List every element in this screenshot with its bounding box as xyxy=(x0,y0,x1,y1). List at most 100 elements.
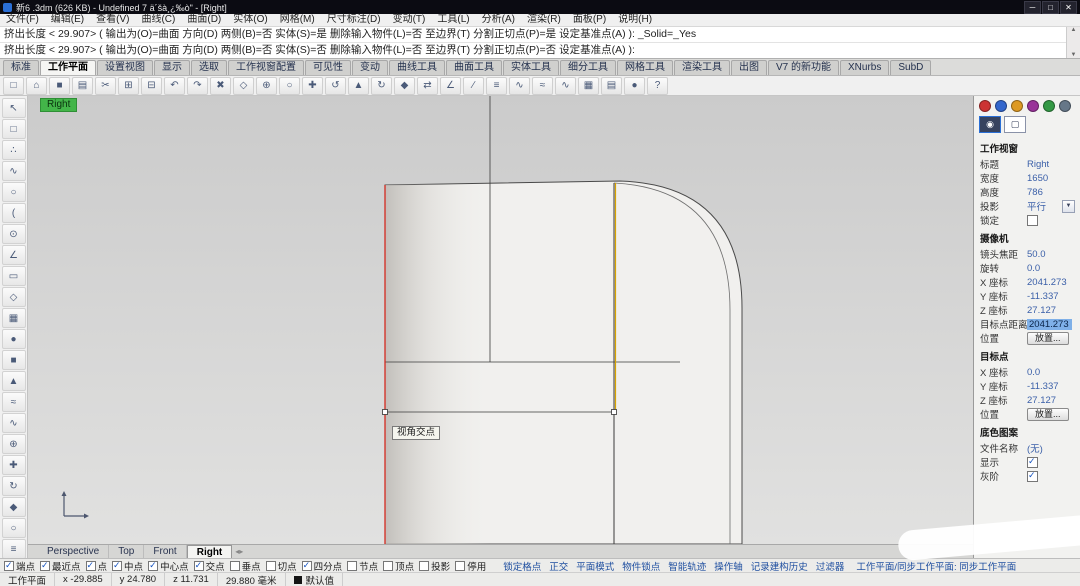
split-icon[interactable]: ∕ xyxy=(463,77,484,95)
osnap-item[interactable]: 停用 xyxy=(455,559,486,573)
rotation-value[interactable]: 0.0 xyxy=(1027,263,1080,274)
osnap-checkbox[interactable] xyxy=(4,561,14,571)
surface-icon[interactable]: ▦ xyxy=(2,308,26,328)
pan-icon[interactable]: ≡ xyxy=(2,539,26,559)
osnap-checkbox[interactable] xyxy=(148,561,158,571)
target-x-value[interactable]: 0.0 xyxy=(1027,367,1080,378)
print-icon[interactable]: ▤ xyxy=(72,77,93,95)
extrude-icon[interactable]: ▲ xyxy=(2,371,26,391)
layers-icon[interactable]: ▤ xyxy=(601,77,622,95)
box-icon[interactable]: ■ xyxy=(2,350,26,370)
camera-y-value[interactable]: -11.337 xyxy=(1027,291,1080,302)
toolbar-tab[interactable]: 工作平面 xyxy=(40,60,96,75)
rotate-icon[interactable]: ↻ xyxy=(371,77,392,95)
toolbar-tab[interactable]: 细分工具 xyxy=(560,60,616,75)
menu-item[interactable]: 曲线(C) xyxy=(135,14,181,26)
camera-x-value[interactable]: 2041.273 xyxy=(1027,277,1080,288)
ellipse-icon[interactable]: ⊙ xyxy=(2,224,26,244)
wallpaper-gray-checkbox[interactable] xyxy=(1027,471,1038,482)
loft-icon[interactable]: ≈ xyxy=(2,392,26,412)
rotate-tool-icon[interactable]: ↻ xyxy=(2,476,26,496)
osnap-checkbox[interactable] xyxy=(194,561,204,571)
close-button[interactable]: ✕ xyxy=(1060,1,1077,14)
osnap-item[interactable]: 最近点 xyxy=(40,559,81,573)
osnap-item[interactable]: 垂点 xyxy=(230,559,261,573)
wallpaper-show-checkbox[interactable] xyxy=(1027,457,1038,468)
osnap-item[interactable]: 交点 xyxy=(194,559,225,573)
layer-name[interactable]: 默认值 xyxy=(306,573,335,586)
menu-item[interactable]: 曲面(D) xyxy=(181,14,227,26)
scroll-down-icon[interactable]: ▼ xyxy=(1071,52,1077,58)
toolbar-tab[interactable]: 选取 xyxy=(191,60,227,75)
osnap-checkbox[interactable] xyxy=(347,561,357,571)
control-point-left[interactable] xyxy=(383,410,388,415)
status-toggle[interactable]: 锁定格点 xyxy=(503,559,541,573)
viewport-width-value[interactable]: 1650 xyxy=(1027,173,1080,184)
menu-item[interactable]: 工具(L) xyxy=(431,14,475,26)
trim-icon[interactable]: ∠ xyxy=(440,77,461,95)
status-toggle[interactable]: 记录建构历史 xyxy=(751,559,808,573)
curve-tool-icon[interactable]: ∿ xyxy=(555,77,576,95)
viewport-canvas[interactable] xyxy=(28,96,973,544)
join-icon[interactable]: ≡ xyxy=(486,77,507,95)
toolbar-tab[interactable]: 曲线工具 xyxy=(389,60,445,75)
target-y-value[interactable]: -11.337 xyxy=(1027,381,1080,392)
toolbar-tab[interactable]: 曲面工具 xyxy=(446,60,502,75)
new-file-icon[interactable]: □ xyxy=(3,77,24,95)
materials-icon[interactable] xyxy=(1027,100,1039,112)
menu-item[interactable]: 查看(V) xyxy=(90,14,135,26)
target-distance-value[interactable]: 2041.273 xyxy=(1027,319,1072,330)
osnap-checkbox[interactable] xyxy=(266,561,276,571)
target-place-button[interactable]: 放置... xyxy=(1027,408,1069,421)
viewport-tab-top[interactable]: Top xyxy=(109,545,144,558)
menu-item[interactable]: 编辑(E) xyxy=(45,14,90,26)
undo-icon[interactable]: ↶ xyxy=(164,77,185,95)
viewport-tab-perspective[interactable]: Perspective xyxy=(38,545,109,558)
command-scrollbar[interactable]: ▲▼ xyxy=(1066,27,1080,58)
redo-icon[interactable]: ↷ xyxy=(187,77,208,95)
status-toggle[interactable]: 物件锁点 xyxy=(622,559,660,573)
zoom-icon[interactable]: ○ xyxy=(2,518,26,538)
toolbar-tab[interactable]: 显示 xyxy=(154,60,190,75)
osnap-item[interactable]: 点 xyxy=(86,559,108,573)
osnap-item[interactable]: 节点 xyxy=(347,559,378,573)
fillet-icon[interactable]: ∿ xyxy=(509,77,530,95)
rectangle-icon[interactable]: ▭ xyxy=(2,266,26,286)
osnap-item[interactable]: 投影 xyxy=(419,559,450,573)
toolbar-tab[interactable]: V7 的新功能 xyxy=(768,60,839,75)
viewport-tab-front[interactable]: Front xyxy=(144,545,186,558)
open-file-icon[interactable]: ⌂ xyxy=(26,77,47,95)
menu-item[interactable]: 面板(P) xyxy=(567,14,612,26)
viewport-height-value[interactable]: 786 xyxy=(1027,187,1080,198)
menu-item[interactable]: 变动(T) xyxy=(387,14,432,26)
viewport-title-value[interactable]: Right xyxy=(1027,159,1080,170)
osnap-item[interactable]: 中点 xyxy=(112,559,143,573)
toolbar-tab[interactable]: 工作视窗配置 xyxy=(228,60,304,75)
command-area[interactable]: 挤出长度 < 29.907> ( 输出为(O)=曲面 方向(D) 两侧(B)=否… xyxy=(0,27,1080,59)
layer-indicator[interactable]: 默认值 xyxy=(286,573,344,586)
toolbar-tab[interactable]: 渲染工具 xyxy=(674,60,730,75)
pan-view-icon[interactable]: ✚ xyxy=(302,77,323,95)
status-toggle[interactable]: 操作轴 xyxy=(714,559,743,573)
toolbar-tab[interactable]: 变动 xyxy=(352,60,388,75)
osnap-item[interactable]: 顶点 xyxy=(383,559,414,573)
curve-icon[interactable]: ∿ xyxy=(2,161,26,181)
locked-checkbox[interactable] xyxy=(1027,215,1038,226)
toolbar-tab[interactable]: XNurbs xyxy=(840,60,889,75)
move-icon[interactable]: ▲ xyxy=(348,77,369,95)
wallpaper-filename-value[interactable]: (无) xyxy=(1027,441,1080,455)
status-toggle[interactable]: 正交 xyxy=(549,559,568,573)
wallpaper-icon[interactable]: ▢ xyxy=(1004,116,1026,133)
osnap-checkbox[interactable] xyxy=(40,561,50,571)
osnap-checkbox[interactable] xyxy=(112,561,122,571)
camera-icon[interactable]: ◉ xyxy=(979,116,1001,133)
object-properties-icon[interactable]: ● xyxy=(624,77,645,95)
mirror-icon[interactable]: ⇄ xyxy=(417,77,438,95)
osnap-item[interactable]: 切点 xyxy=(266,559,297,573)
zoom-extents-icon[interactable]: ⊕ xyxy=(256,77,277,95)
properties-icon[interactable] xyxy=(979,100,991,112)
osnap-checkbox[interactable] xyxy=(86,561,96,571)
viewport-right[interactable]: Right 视角交点 xyxy=(28,96,973,544)
scale-icon[interactable]: ◆ xyxy=(394,77,415,95)
command-prompt-line[interactable]: 挤出长度 < 29.907> ( 输出为(O)=曲面 方向(D) 两侧(B)=否… xyxy=(0,43,1080,58)
